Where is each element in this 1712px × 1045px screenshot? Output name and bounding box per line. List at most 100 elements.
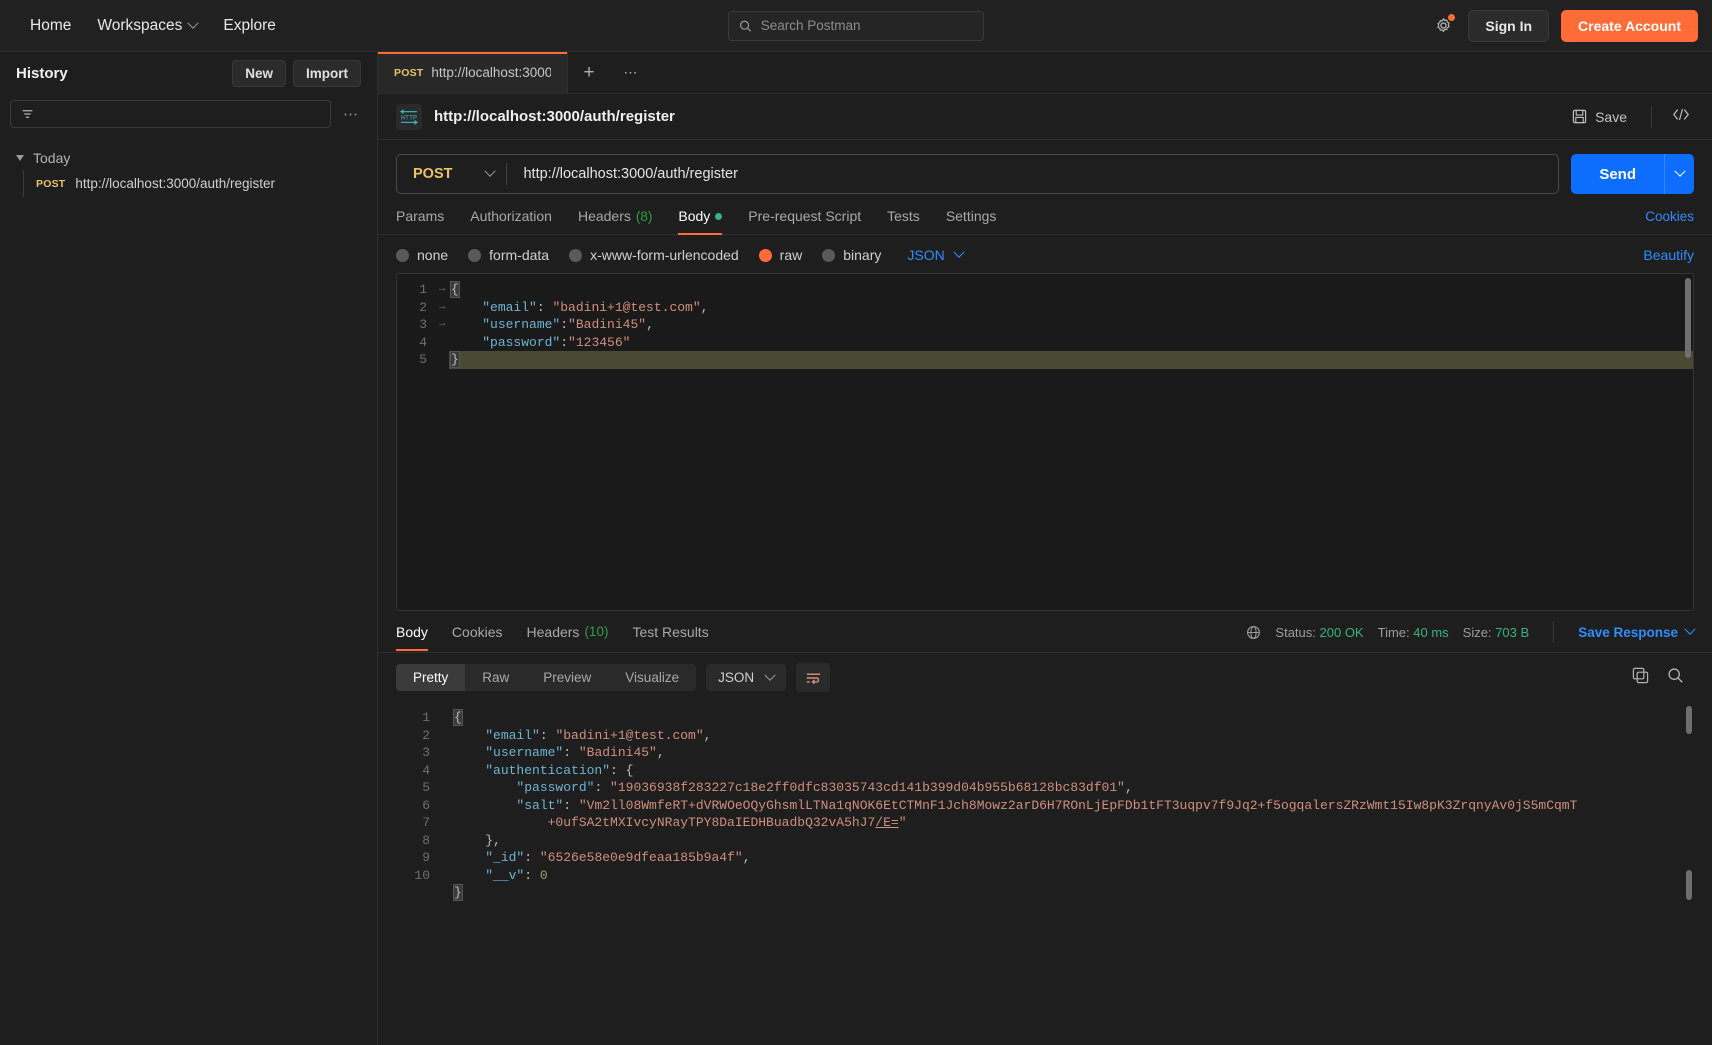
- import-button[interactable]: Import: [293, 59, 361, 87]
- code-line[interactable]: },: [452, 832, 1694, 850]
- code-line[interactable]: "email": "badini+1@test.com",: [449, 299, 1693, 317]
- http-icon-glyph: HTTP: [399, 108, 419, 125]
- code-token: "Badini45": [568, 317, 647, 332]
- search-input[interactable]: [760, 18, 973, 33]
- new-tab-button[interactable]: +: [568, 52, 610, 93]
- sign-in-button[interactable]: Sign In: [1468, 9, 1550, 42]
- save-request-button[interactable]: Save: [1558, 103, 1641, 131]
- response-format-selector[interactable]: JSON: [706, 664, 787, 691]
- code-token: "19036938f283227c18e2ff0dfc83035743cd141…: [610, 780, 1125, 795]
- global-search[interactable]: [728, 10, 984, 41]
- code-token: ,: [703, 727, 712, 743]
- code-token: "salt": [516, 797, 564, 813]
- create-account-button[interactable]: Create Account: [1561, 9, 1698, 42]
- send-button[interactable]: Send: [1571, 154, 1664, 194]
- method-selector[interactable]: POST: [397, 155, 506, 193]
- request-editor-code[interactable]: { "email": "badini+1@test.com", "usernam…: [449, 274, 1693, 610]
- tab-params[interactable]: Params: [396, 208, 444, 234]
- tab-authorization[interactable]: Authorization: [470, 208, 552, 234]
- code-snippet-button[interactable]: [1662, 103, 1700, 130]
- body-type-raw[interactable]: raw: [758, 247, 802, 263]
- search-response-button[interactable]: [1667, 667, 1684, 689]
- code-token: "username": [482, 317, 561, 332]
- code-line[interactable]: "password": "19036938f283227c18e2ff0dfc8…: [452, 779, 1694, 797]
- code-line[interactable]: }: [449, 351, 1693, 369]
- settings-notification-dot: [1448, 13, 1456, 21]
- nav-explore[interactable]: Explore: [213, 11, 286, 41]
- history-filter[interactable]: [10, 100, 331, 128]
- code-token: "email": [485, 727, 540, 743]
- copy-button[interactable]: [1632, 667, 1649, 689]
- request-body-editor[interactable]: 1 2 3 4 5 → → → { "email": "badini+1@test.com"…: [396, 273, 1694, 611]
- more-horizontal-icon[interactable]: ⋯: [339, 105, 363, 123]
- tab-params-label: Params: [396, 208, 445, 224]
- view-mode-preview[interactable]: Preview: [526, 664, 608, 691]
- response-tab-headers[interactable]: Headers (10): [527, 624, 609, 650]
- history-filter-input[interactable]: [42, 106, 320, 122]
- code-line[interactable]: "_id": "6526e58e0e9dfeaa185b9a4f",: [452, 849, 1694, 867]
- code-line[interactable]: "password":"123456": [449, 334, 1693, 352]
- word-wrap-button[interactable]: [796, 663, 831, 692]
- code-line[interactable]: "email": "badini+1@test.com",: [452, 727, 1694, 745]
- history-item-url: http://localhost:3000/auth/register: [75, 176, 276, 191]
- tab-tests[interactable]: Tests: [887, 208, 920, 234]
- request-tab[interactable]: POST http://localhost:3000/au: [378, 52, 568, 93]
- response-editor-scrollbar-top[interactable]: [1686, 706, 1692, 734]
- nav-home[interactable]: Home: [20, 11, 81, 41]
- code-line[interactable]: +0ufSA2tMXIvcyNRayTPY8DaIEDHBuadbQ32vA5h…: [452, 814, 1694, 832]
- tab-pre-request-script[interactable]: Pre-request Script: [748, 208, 861, 234]
- response-editor-code[interactable]: { "email": "badini+1@test.com", "usernam…: [452, 702, 1694, 1045]
- url-input[interactable]: [507, 166, 1559, 182]
- history-group-header[interactable]: Today: [0, 146, 377, 170]
- code-line[interactable]: }: [452, 884, 1694, 902]
- tab-settings[interactable]: Settings: [946, 208, 997, 234]
- body-format-selector[interactable]: JSON: [907, 246, 965, 263]
- chevron-down-icon: [1684, 623, 1696, 635]
- code-line[interactable]: {: [452, 709, 1694, 727]
- tab-options-button[interactable]: ⋯: [610, 52, 652, 93]
- new-button[interactable]: New: [232, 59, 286, 87]
- tab-headers[interactable]: Headers (8): [578, 208, 652, 234]
- history-item[interactable]: POST http://localhost:3000/auth/register: [0, 170, 377, 197]
- chevron-down-icon: [484, 165, 497, 177]
- code-line[interactable]: "authentication": {: [452, 762, 1694, 780]
- response-editor-scrollbar-bottom[interactable]: [1686, 870, 1692, 900]
- code-line[interactable]: "username": "Badini45",: [452, 744, 1694, 762]
- body-type-urlencoded[interactable]: x-www-form-urlencoded: [569, 247, 739, 263]
- code-token: },: [454, 832, 501, 848]
- code-token: :: [560, 317, 569, 332]
- response-body-editor[interactable]: 1 2 3 4 5 6 7 8 9 10 { "email": "badini+1@test.co…: [396, 702, 1694, 1045]
- response-tab-cookies[interactable]: Cookies: [452, 624, 503, 650]
- sidebar-filter-row: ⋯: [0, 94, 377, 132]
- body-type-row: none form-data x-www-form-urlencoded raw…: [378, 235, 1712, 273]
- view-mode-raw[interactable]: Raw: [465, 664, 526, 691]
- response-tab-body[interactable]: Body: [396, 623, 428, 651]
- code-line[interactable]: "salt": "Vm2ll08WmfeRT+dVRWOeOQyGhsmlLTN…: [452, 797, 1694, 815]
- view-mode-visualize[interactable]: Visualize: [608, 664, 696, 691]
- cookies-link[interactable]: Cookies: [1645, 209, 1694, 234]
- body-type-none[interactable]: none: [396, 247, 448, 263]
- response-tab-headers-label: Headers: [526, 623, 580, 640]
- size-label-text: Size:: [1462, 624, 1492, 640]
- beautify-button[interactable]: Beautify: [1643, 247, 1694, 263]
- nav-workspaces[interactable]: Workspaces: [87, 11, 207, 41]
- save-response-button[interactable]: Save Response: [1578, 623, 1696, 640]
- request-editor-scrollbar[interactable]: [1685, 278, 1691, 358]
- request-header: HTTP http://localhost:3000/auth/register…: [378, 94, 1712, 140]
- tab-body[interactable]: Body: [678, 208, 723, 235]
- code-token: "123456": [568, 334, 631, 350]
- code-token: ,: [700, 299, 709, 315]
- view-mode-pretty[interactable]: Pretty: [396, 664, 466, 691]
- response-tab-body-label: Body: [396, 623, 428, 640]
- body-type-binary[interactable]: binary: [822, 247, 881, 263]
- code-line[interactable]: "username":"Badini45",: [449, 316, 1693, 334]
- send-options-button[interactable]: [1664, 154, 1694, 194]
- code-line[interactable]: "__v": 0: [452, 867, 1694, 885]
- request-header-actions: Save: [1558, 103, 1700, 131]
- body-type-form-data[interactable]: form-data: [468, 247, 549, 263]
- response-tab-test-results[interactable]: Test Results: [632, 624, 708, 650]
- settings-button[interactable]: [1430, 13, 1456, 39]
- request-body-editor-inner: 1 2 3 4 5 → → → { "email": "badini+1@test.com"…: [397, 274, 1693, 610]
- request-editor-fold-column[interactable]: → → →: [435, 274, 449, 610]
- code-line[interactable]: {: [449, 281, 1693, 299]
